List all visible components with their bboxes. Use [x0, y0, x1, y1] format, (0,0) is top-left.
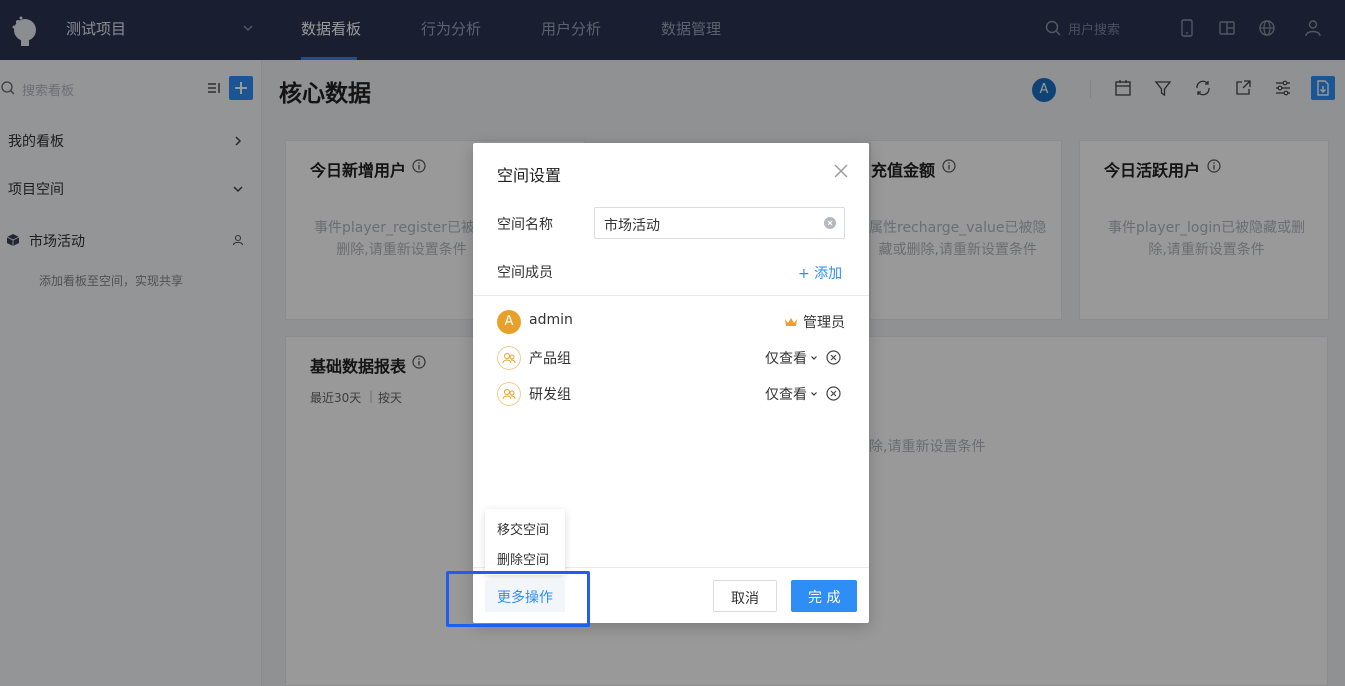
menu-item-transfer-space[interactable]: 移交空间	[497, 519, 549, 538]
member-row: A admin 管理员	[473, 306, 869, 342]
remove-member-icon[interactable]	[826, 386, 841, 401]
clear-icon[interactable]	[824, 217, 836, 229]
crown-icon	[785, 318, 797, 326]
member-name: admin	[529, 312, 573, 328]
group-icon	[497, 382, 521, 406]
more-actions-menu: 移交空间 删除空间	[485, 509, 565, 575]
permission-dropdown[interactable]: 仅查看	[765, 348, 807, 368]
dialog-title: 空间设置	[497, 166, 562, 185]
done-button[interactable]: 完 成	[791, 580, 857, 612]
menu-item-delete-space[interactable]: 删除空间	[497, 549, 549, 568]
divider	[473, 295, 869, 296]
close-icon[interactable]	[833, 163, 849, 179]
avatar: A	[497, 310, 521, 334]
remove-member-icon[interactable]	[826, 350, 841, 365]
button-label: 取消	[731, 591, 759, 607]
member-row: 产品组 仅查看	[473, 342, 869, 378]
space-name-value: 市场活动	[604, 218, 660, 234]
add-member-button[interactable]: + 添加	[798, 263, 842, 283]
member-row: 研发组 仅查看	[473, 378, 869, 414]
cancel-button[interactable]: 取消	[713, 580, 777, 612]
button-label: 完 成	[808, 590, 841, 606]
caret-down-icon[interactable]	[810, 354, 818, 362]
member-name: 研发组	[529, 387, 571, 403]
group-icon	[497, 346, 521, 370]
permission-dropdown[interactable]: 仅查看	[765, 384, 807, 404]
space-name-label: 空间名称	[497, 217, 553, 233]
highlight-box	[446, 571, 590, 627]
caret-down-icon[interactable]	[810, 390, 818, 398]
space-name-input[interactable]: 市场活动	[594, 207, 845, 239]
member-name: 产品组	[529, 351, 571, 367]
space-members-label: 空间成员	[497, 265, 553, 281]
member-role: 管理员	[803, 315, 845, 331]
